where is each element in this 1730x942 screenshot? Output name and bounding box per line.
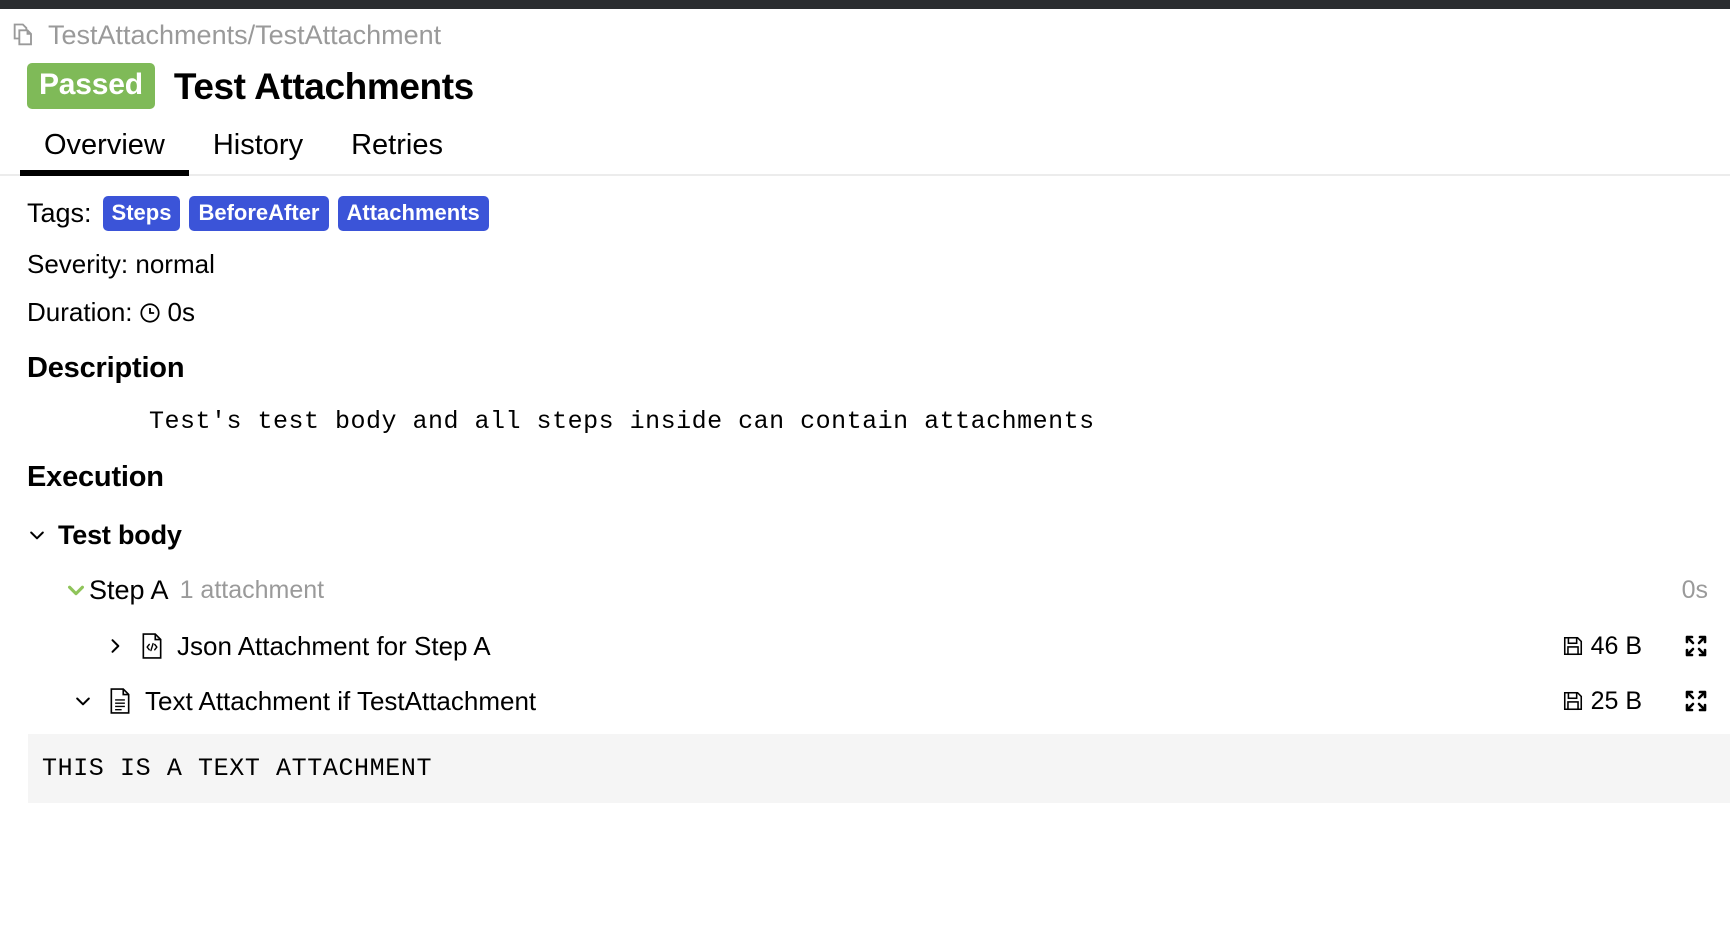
main-content: Tags: Steps BeforeAfter Attachments Seve… <box>0 195 1730 803</box>
tab-history[interactable]: History <box>189 131 327 174</box>
tag-steps[interactable]: Steps <box>102 195 181 231</box>
attachment-row-json[interactable]: Json Attachment for Step A 46 B <box>27 630 1730 662</box>
severity-text: Severity: normal <box>27 249 215 279</box>
breadcrumb[interactable]: TestAttachments/TestAttachment <box>0 9 1730 50</box>
attachment-label: Text Attachment if TestAttachment <box>145 686 537 716</box>
attachment-label: Json Attachment for Step A <box>177 631 491 661</box>
step-row[interactable]: Step A 1 attachment 0s <box>27 573 1730 607</box>
attachment-size: 46 B <box>1590 631 1642 660</box>
breadcrumb-path: TestAttachments/TestAttachment <box>48 19 442 50</box>
execution-heading: Execution <box>27 461 164 493</box>
attachment-row-right: 25 B <box>1562 686 1708 715</box>
page-title: Test Attachments <box>173 65 474 107</box>
step-row-right: 0s <box>1681 575 1708 604</box>
save-icon[interactable] <box>1562 635 1584 657</box>
attachment-row-text[interactable]: Text Attachment if TestAttachment 25 B <box>27 685 1730 717</box>
tags-label: Tags: <box>27 197 92 228</box>
expand-icon[interactable] <box>1684 689 1708 713</box>
execution-tree: Test body Step A 1 attachment 0s Json At… <box>27 518 1730 803</box>
step-attachment-count: 1 attachment <box>179 575 325 604</box>
tag-attachments[interactable]: Attachments <box>337 195 489 231</box>
test-body-label: Test body <box>58 519 182 550</box>
clock-icon <box>139 302 161 324</box>
title-row: Passed Test Attachments <box>0 47 1730 109</box>
duration-line: Duration: 0s <box>27 299 1730 325</box>
tab-bar: Overview History Retries <box>0 131 1730 176</box>
top-dark-bar <box>0 0 1730 9</box>
attachment-row-right: 46 B <box>1562 631 1708 660</box>
step-duration: 0s <box>1681 575 1708 604</box>
status-badge: Passed <box>27 63 155 109</box>
tag-beforeafter[interactable]: BeforeAfter <box>189 195 329 231</box>
step-label: Step A <box>89 574 169 605</box>
chevron-right-icon[interactable] <box>105 636 125 656</box>
chevron-down-green-icon[interactable] <box>65 579 87 601</box>
severity-line: Severity: normal <box>27 251 1730 277</box>
attachment-content-text: THIS IS A TEXT ATTACHMENT <box>28 734 1730 803</box>
test-body-row[interactable]: Test body <box>17 518 1730 552</box>
attachment-size-group: 46 B <box>1562 631 1642 660</box>
duration-label: Duration: <box>27 297 133 327</box>
copy-documents-icon <box>10 21 38 49</box>
duration-value: 0s <box>167 297 195 327</box>
expand-icon[interactable] <box>1684 634 1708 658</box>
tags-row: Tags: Steps BeforeAfter Attachments <box>27 195 1730 231</box>
attachment-size: 25 B <box>1590 686 1642 715</box>
tab-overview[interactable]: Overview <box>20 131 189 176</box>
description-body: Test's test body and all steps inside ca… <box>149 407 1095 436</box>
text-file-icon <box>108 688 132 714</box>
attachment-size-group: 25 B <box>1562 686 1642 715</box>
json-file-icon <box>140 633 164 659</box>
chevron-down-icon[interactable] <box>27 525 47 545</box>
save-icon[interactable] <box>1562 690 1584 712</box>
description-heading: Description <box>27 352 185 384</box>
chevron-down-icon[interactable] <box>73 691 93 711</box>
tab-retries[interactable]: Retries <box>327 131 467 174</box>
